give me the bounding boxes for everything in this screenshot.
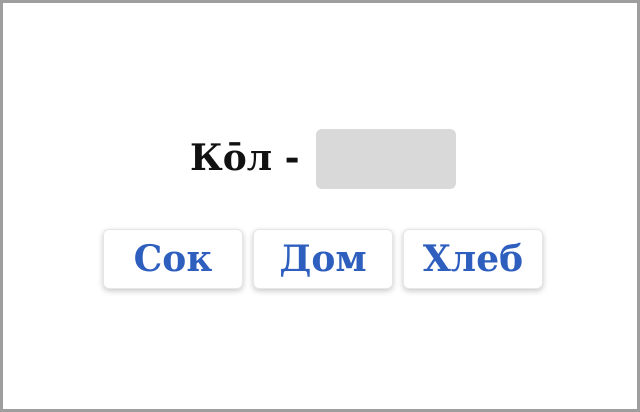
- question-row: Ко̄л -: [3, 128, 640, 190]
- answer-options: Сок Дом Хлеб: [3, 229, 640, 289]
- option-button-dom[interactable]: Дом: [253, 229, 393, 289]
- question-word: Ко̄л -: [190, 137, 300, 179]
- option-button-khleb[interactable]: Хлеб: [403, 229, 543, 289]
- quiz-frame: Ко̄л - Сок Дом Хлеб: [0, 0, 640, 412]
- answer-slot[interactable]: [316, 129, 456, 189]
- option-button-sok[interactable]: Сок: [103, 229, 243, 289]
